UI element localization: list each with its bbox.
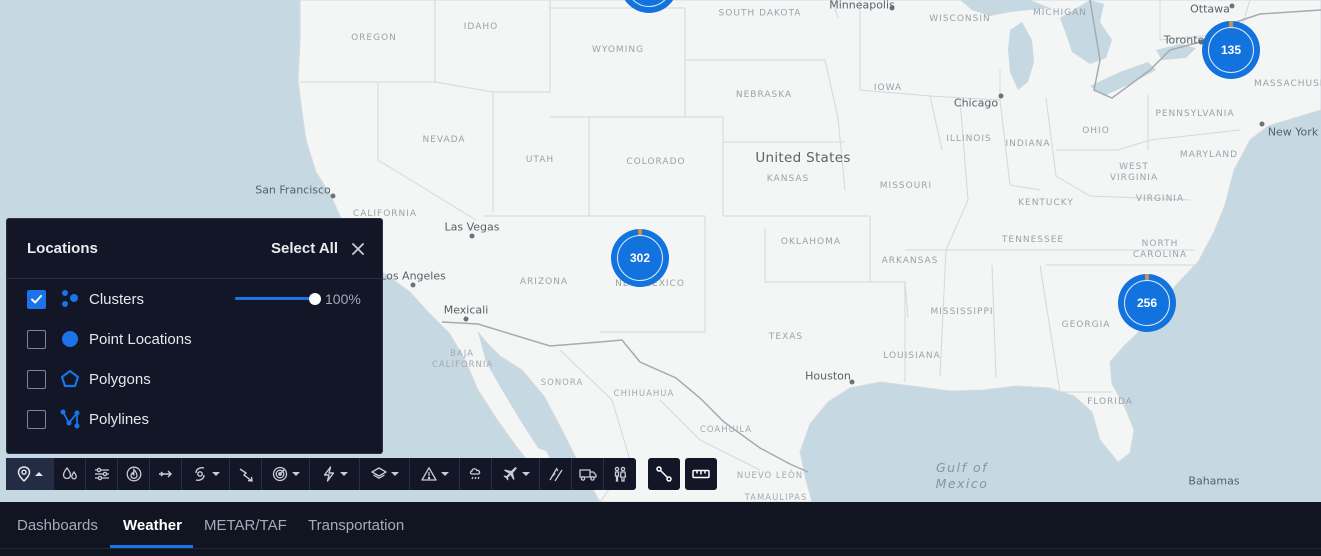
transportation-tool-button[interactable] [572, 458, 604, 490]
precipitation-tool-button[interactable] [54, 458, 86, 490]
chevron-up-icon [34, 472, 43, 476]
cluster-marker[interactable]: 302 [611, 229, 669, 287]
panel-title: Locations [27, 240, 98, 257]
radar-tool-button[interactable] [262, 458, 310, 490]
tab-transportation[interactable]: Transportation [308, 502, 404, 548]
population-tool-button[interactable] [604, 458, 636, 490]
hurricane-tool-button[interactable] [182, 458, 230, 490]
point-locations-checkbox[interactable] [27, 329, 46, 349]
water-drops-icon [62, 466, 77, 480]
slider-thumb[interactable] [309, 293, 321, 305]
lightning-icon [323, 466, 334, 482]
clusters-icon [59, 288, 81, 310]
city-dot [469, 233, 475, 239]
layers-icon [370, 467, 387, 479]
city-dot [1229, 3, 1235, 9]
weather-alert-icon [469, 468, 480, 480]
hurricane-icon [194, 467, 205, 481]
cluster-count: 256 [1136, 296, 1158, 310]
locations-tool-button[interactable] [6, 458, 54, 490]
land-mass [297, 0, 1321, 502]
city-dot [463, 316, 469, 322]
opacity-value: 100% [325, 291, 361, 307]
warning-icon [420, 467, 437, 481]
ruler-tool-button[interactable] [685, 458, 717, 490]
wildfire-tool-button[interactable] [118, 458, 150, 490]
alerts-tool-button[interactable] [410, 458, 460, 490]
point-icon [59, 328, 81, 350]
cluster-count: 135 [1220, 43, 1242, 57]
locations-panel: Locations Select All Clusters 100% Point… [6, 218, 383, 454]
tab-metar-taf[interactable]: METAR/TAF [204, 502, 287, 548]
trajectory-tool-button[interactable] [150, 458, 182, 490]
lightning-tool-button[interactable] [310, 458, 360, 490]
aviation-tool-button[interactable] [492, 458, 540, 490]
clusters-checkbox[interactable] [27, 289, 46, 309]
opacity-slider[interactable] [235, 293, 321, 305]
route-icon [656, 466, 672, 482]
layer-row-polygons[interactable]: Polygons [7, 359, 382, 399]
map-toolbar [6, 458, 636, 490]
people-icon [614, 466, 627, 482]
polygon-icon [59, 368, 81, 390]
locations-panel-header: Locations Select All [7, 219, 382, 279]
layer-label: Point Locations [89, 330, 192, 348]
city-dot [849, 379, 855, 385]
layer-row-polylines[interactable]: Polylines [7, 399, 382, 439]
layer-label: Polygons [89, 370, 151, 388]
chevron-down-icon [291, 472, 300, 476]
layer-label: Polylines [89, 410, 150, 428]
chevron-down-icon [440, 472, 449, 476]
bottom-tab-bar: Dashboards Weather METAR/TAF Transportat… [0, 502, 1321, 556]
arrows-icon [158, 470, 172, 478]
city-dot [889, 5, 895, 11]
airplane-icon [503, 467, 517, 481]
cluster-marker[interactable]: 135 [1202, 21, 1260, 79]
chevron-down-icon [521, 472, 530, 476]
road-icon [548, 467, 563, 482]
close-icon[interactable] [350, 241, 366, 257]
route-tool-button[interactable] [648, 458, 680, 490]
wind-tool-button[interactable] [86, 458, 118, 490]
location-pin-icon [17, 466, 30, 482]
polyline-icon [59, 408, 81, 430]
ruler-icon [692, 469, 710, 479]
tab-divider [0, 548, 1321, 549]
layers-tool-button[interactable] [360, 458, 410, 490]
tab-dashboards[interactable]: Dashboards [17, 502, 98, 548]
weather-alert-tool-button[interactable] [460, 458, 492, 490]
polygons-checkbox[interactable] [27, 369, 46, 389]
chevron-down-icon [339, 472, 348, 476]
radar-icon [272, 466, 287, 482]
chevron-down-icon [211, 472, 220, 476]
tab-weather[interactable]: Weather [123, 502, 182, 548]
lightning-strike-icon [239, 468, 253, 482]
lightning-strike-tool-button[interactable] [230, 458, 262, 490]
cluster-count: 302 [629, 251, 651, 265]
city-dot [998, 93, 1004, 99]
city-dot [410, 282, 416, 288]
city-dot [1259, 121, 1265, 127]
layer-row-clusters[interactable]: Clusters 100% [7, 279, 382, 319]
cluster-marker[interactable]: 256 [1118, 274, 1176, 332]
wildfire-icon [126, 466, 141, 482]
wind-sliders-icon [94, 467, 109, 481]
polylines-checkbox[interactable] [27, 409, 46, 429]
select-all-button[interactable]: Select All [271, 240, 338, 257]
layer-label: Clusters [89, 290, 145, 308]
city-dot [330, 193, 336, 199]
truck-icon [578, 469, 597, 481]
roads-tool-button[interactable] [540, 458, 572, 490]
layer-row-point-locations[interactable]: Point Locations [7, 319, 382, 359]
chevron-down-icon [390, 472, 399, 476]
